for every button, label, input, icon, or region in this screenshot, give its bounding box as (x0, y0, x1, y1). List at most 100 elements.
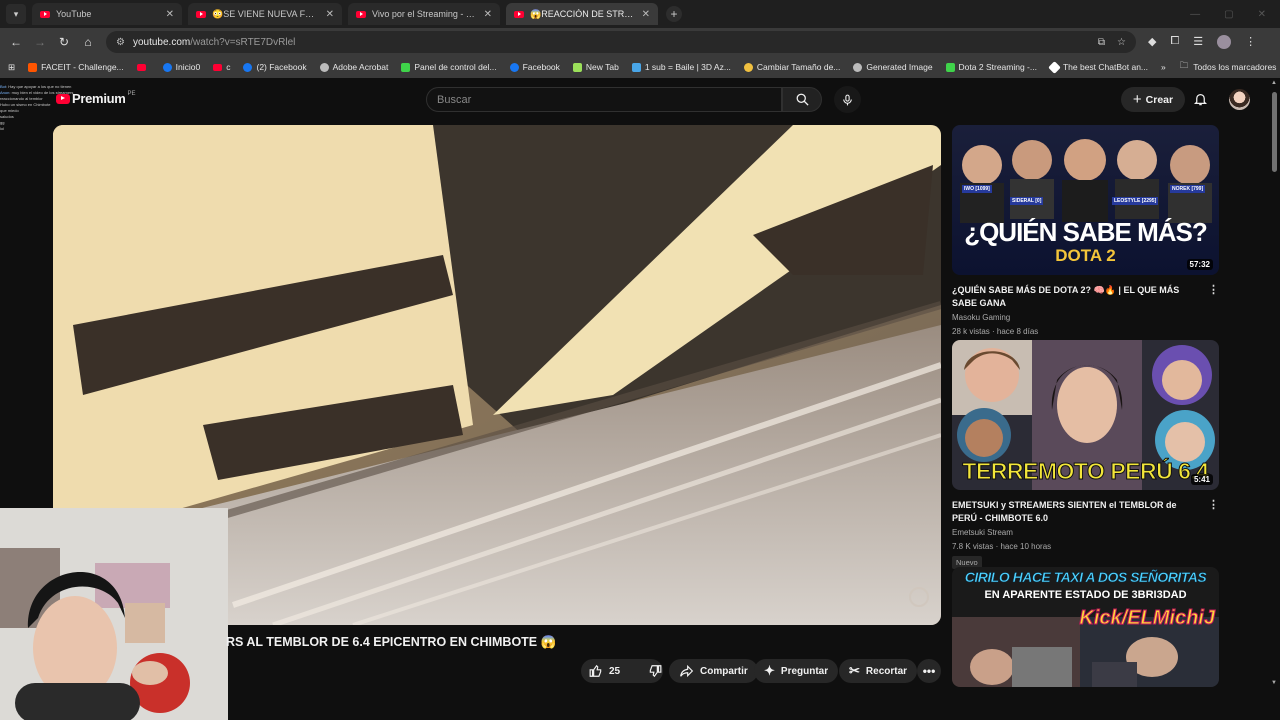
faceit-icon (28, 62, 38, 72)
video-duration: 57:32 (1186, 259, 1213, 270)
window-controls: — ▢ ✕ (1190, 9, 1266, 20)
youtube-icon (213, 63, 223, 71)
like-dislike-group: 25 (581, 659, 663, 683)
bookmarks-overflow-button[interactable]: » (1161, 62, 1166, 72)
reload-icon[interactable]: ↻ (52, 35, 76, 49)
thumbnail-subheadline: DOTA 2 (1055, 246, 1116, 265)
recommendation-card[interactable]: IWO [1099] SIDERAL [0] LEOSTYLE [2295] N… (952, 125, 1222, 336)
ask-button[interactable]: ✦ Preguntar (754, 659, 839, 683)
youtube-favicon-icon (356, 10, 366, 18)
facebook-icon (162, 62, 172, 72)
search-input[interactable]: Buscar (426, 87, 782, 112)
home-icon[interactable]: ⌂ (76, 35, 100, 49)
dislike-button[interactable] (640, 659, 670, 683)
youtube-icon (136, 63, 146, 71)
profile-avatar-icon[interactable] (1217, 35, 1232, 49)
kick-icon (945, 62, 955, 72)
webcam-frame (0, 508, 228, 720)
bookmark-item[interactable]: 1 sub = Baile | 3D Az... (631, 62, 731, 72)
scroll-up-icon[interactable]: ▲ (1271, 80, 1277, 86)
minimize-icon[interactable]: — (1190, 9, 1200, 20)
video-thumbnail[interactable]: TERREMOTO PERÚ 6.4 5:41 (952, 340, 1219, 490)
tab-reaccion-streamers[interactable]: 😱REACCIÓN DE STREAMERS ✕ (506, 3, 658, 25)
scroll-down-icon[interactable]: ▼ (1271, 680, 1277, 686)
recommendation-card[interactable]: TERREMOTO PERÚ 6.4 5:41 ⋮ EMETSUKI y STR… (952, 340, 1222, 570)
recommendation-title[interactable]: EMETSUKI y STREAMERS SIENTEN el TEMBLOR … (952, 499, 1202, 525)
thumbs-up-icon (589, 664, 602, 677)
thumbnail-subheadline: EN APARENTE ESTADO DE 3BRI3DAD (984, 589, 1187, 601)
video-meta: 28 k vistas · hace 8 días (952, 327, 1039, 336)
bookmark-item[interactable]: Dota 2 Streaming -... (945, 62, 1037, 72)
site-icon (631, 62, 641, 72)
streamer-webcam (0, 508, 228, 720)
recommendation-title[interactable]: ¿QUIÉN SABE MÁS DE DOTA 2? 🧠🔥 | EL QUE M… (952, 284, 1202, 310)
bookmark-item[interactable]: Facebook (509, 62, 560, 72)
bookmark-item[interactable]: New Tab (572, 62, 619, 72)
close-window-icon[interactable]: ✕ (1258, 9, 1266, 20)
video-thumbnail[interactable]: CIRILO HACE TAXI A DOS SEÑORITAS EN APAR… (952, 567, 1219, 687)
bookmark-item[interactable]: Adobe Acrobat (319, 62, 388, 72)
youtube-header: Premium PE Buscar + Crear (0, 80, 1280, 120)
more-actions-button[interactable]: ••• (917, 659, 941, 683)
extensions-puzzle-icon[interactable]: ⧠ (1170, 35, 1179, 49)
scissors-icon: ✂ (849, 663, 860, 678)
address-bar[interactable]: ⚙ youtube.com/watch?v=sRTE7DvRlel ⧉ ☆ (106, 31, 1136, 53)
browser-menu-icon[interactable]: ⋮ (1245, 35, 1256, 49)
bookmark-item[interactable]: FACEIT - Challenge... (28, 62, 124, 72)
bookmark-item[interactable]: Panel de control del... (401, 62, 497, 72)
more-vert-icon[interactable]: ⋮ (1208, 283, 1219, 296)
maximize-icon[interactable]: ▢ (1224, 9, 1233, 20)
channel-name[interactable]: Emetsuki Stream (952, 528, 1222, 537)
video-meta: 7.8 K vistas · hace 10 horas (952, 542, 1052, 551)
site-info-icon[interactable]: ⚙ (116, 37, 125, 48)
bookmark-item[interactable]: The best ChatBot an... (1048, 60, 1148, 74)
thumbnail-headline: TERREMOTO PERÚ 6.4 (962, 458, 1210, 485)
more-vert-icon[interactable]: ⋮ (1208, 498, 1219, 511)
install-app-icon[interactable]: ⧉ (1098, 37, 1105, 48)
create-button[interactable]: + Crear (1121, 87, 1185, 112)
browser-toolbar: ← → ↻ ⌂ ⚙ youtube.com/watch?v=sRTE7DvRle… (0, 28, 1280, 56)
bookmark-item[interactable]: Cambiar Tamaño de... (743, 62, 840, 72)
back-icon[interactable]: ← (4, 35, 28, 49)
bookmark-item[interactable]: (2) Facebook (243, 62, 307, 72)
youtube-favicon-icon (40, 10, 50, 18)
scrollbar-thumb[interactable] (1272, 92, 1277, 172)
channel-name[interactable]: Masoku Gaming (952, 313, 1222, 322)
notifications-bell-icon[interactable] (1193, 91, 1208, 112)
bookmark-item[interactable]: Generated Image (853, 62, 933, 72)
all-bookmarks-button[interactable]: 🗀 Todos los marcadores (1180, 60, 1277, 74)
extension-icon[interactable]: ◆ (1148, 35, 1156, 49)
tab-vivo-streaming[interactable]: Vivo por el Streaming - YouTub ✕ (348, 3, 500, 25)
thumbnail-headline: ¿QUIÉN SABE MÁS? (964, 217, 1208, 247)
media-controls-icon[interactable]: ☰ (1193, 35, 1203, 49)
bookmarks-bar: ⊞ FACEIT - Challenge... Inicio0 c (2) Fa… (0, 56, 1280, 78)
video-thumbnail[interactable]: IWO [1099] SIDERAL [0] LEOSTYLE [2295] N… (952, 125, 1219, 275)
like-button[interactable]: 25 (581, 659, 628, 683)
browser-tab-strip: ▾ YouTube ✕ 😳SE VIENE NUEVA FEKA HOU ✕ V… (0, 0, 1280, 28)
newtab-icon (572, 62, 582, 72)
recommendation-card[interactable]: CIRILO HACE TAXI A DOS SEÑORITAS EN APAR… (952, 567, 1222, 687)
apps-grid-icon[interactable]: ⊞ (8, 62, 15, 73)
search-icon (796, 93, 809, 106)
close-tab-icon[interactable]: ✕ (166, 9, 174, 20)
facebook-icon (243, 62, 253, 72)
bookmark-star-icon[interactable]: ☆ (1117, 37, 1126, 48)
voice-search-button[interactable] (834, 86, 861, 113)
microphone-icon (843, 94, 852, 105)
search-button[interactable] (782, 87, 822, 112)
forward-icon[interactable]: → (28, 35, 52, 49)
tab-feka-house[interactable]: 😳SE VIENE NUEVA FEKA HOU ✕ (188, 3, 342, 25)
bookmark-item[interactable]: c (213, 62, 230, 72)
bookmark-item[interactable] (136, 63, 150, 71)
account-avatar[interactable] (1229, 89, 1250, 110)
bookmark-item[interactable]: Inicio0 (162, 62, 200, 72)
tab-search-button[interactable]: ▾ (6, 4, 26, 24)
folder-icon: 🗀 (1179, 60, 1189, 70)
close-tab-icon[interactable]: ✕ (484, 9, 492, 20)
new-tab-button[interactable]: + (666, 6, 682, 22)
tab-youtube[interactable]: YouTube ✕ (32, 3, 182, 25)
close-tab-icon[interactable]: ✕ (326, 9, 334, 20)
close-tab-icon[interactable]: ✕ (642, 9, 650, 20)
share-button[interactable]: Compartir (669, 659, 758, 683)
clip-button[interactable]: ✂ Recortar (839, 659, 918, 683)
